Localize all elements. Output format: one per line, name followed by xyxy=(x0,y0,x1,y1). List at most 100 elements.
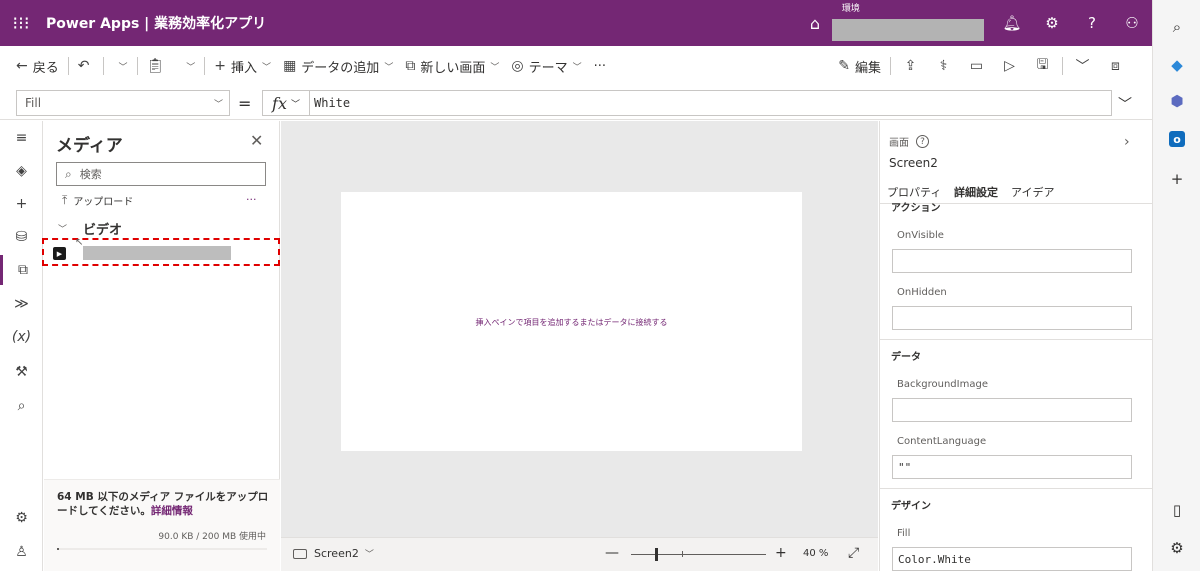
chevron-down-icon: ﹀ xyxy=(364,550,374,560)
add-icon[interactable]: + xyxy=(1153,166,1200,192)
chevron-down-icon: ﹀ xyxy=(58,225,68,235)
preview-play-icon[interactable]: ▷ xyxy=(993,46,1026,86)
save-icon[interactable]: 🖫︎ xyxy=(1026,46,1059,86)
screen-selector[interactable]: Screen2 ﹀ xyxy=(293,547,374,560)
paste-dropdown[interactable]: ﹀ xyxy=(175,46,201,86)
onvisible-field[interactable] xyxy=(892,249,1132,273)
equals-sign: = xyxy=(238,94,252,113)
video-group-header[interactable]: ﹀ ビデオ xyxy=(58,219,122,238)
upload-limit-text: 64 MB 以下のメディア ファイルをアップロードしてください。詳細情報 xyxy=(57,490,271,518)
add-data-button[interactable]: ▦ データの追加 ﹀ xyxy=(277,46,399,86)
upload-button[interactable]: ⤒ アップロード xyxy=(62,193,133,208)
function-button[interactable]: fx ﹀ xyxy=(262,90,310,116)
chevron-down-icon: ﹀ xyxy=(186,62,196,73)
hamburger-menu-icon[interactable]: ≡ xyxy=(0,123,43,153)
search-icon[interactable]: ⌕ xyxy=(0,391,43,421)
power-automate-icon[interactable]: ≫ xyxy=(0,289,43,319)
search-icon: ⌕ xyxy=(65,166,72,181)
zoom-in-button[interactable]: + xyxy=(775,545,787,561)
advanced-properties-list[interactable]: アクション OnVisible OnHidden データ BackgroundI… xyxy=(880,203,1152,571)
media-pane: メディア ✕ ⌕ 検索 ⤒ アップロード ··· ﹀ ビデオ ▶ ↖ 64 MB… xyxy=(42,121,280,571)
account-icon[interactable]: ⚇ xyxy=(1112,0,1152,46)
close-icon[interactable]: ✕ xyxy=(250,131,263,150)
section-divider xyxy=(880,488,1152,489)
more-commands-button[interactable]: ··· xyxy=(588,46,612,86)
zoom-slider[interactable] xyxy=(631,554,766,555)
app-header: ⁝⁝⁝ Power Apps | 業務効率化アプリ ⌂ 環境 🔔︎ ⚙ ? ⚇ xyxy=(0,0,1152,46)
share-icon[interactable]: ⇪ xyxy=(894,46,927,86)
contentlanguage-field[interactable]: "" xyxy=(892,455,1132,479)
chevron-down-icon: ﹀ xyxy=(490,62,500,73)
edit-button[interactable]: ✎ 編集 xyxy=(832,46,887,86)
tag-icon[interactable]: ◆ xyxy=(1153,52,1200,78)
notifications-icon[interactable]: 🔔︎ xyxy=(992,0,1032,46)
more-options-button[interactable]: ··· xyxy=(246,193,257,206)
fit-to-window-icon[interactable]: ⤢ xyxy=(848,545,859,561)
formula-input[interactable]: White xyxy=(310,90,1112,116)
chevron-down-icon[interactable]: ﹀ xyxy=(1118,94,1132,114)
search-placeholder: 検索 xyxy=(79,168,102,181)
data-database-icon[interactable]: ⛁ xyxy=(0,222,43,252)
divider xyxy=(67,57,69,75)
zoom-out-button[interactable]: — xyxy=(605,545,619,561)
browser-side-rail: ⌕ ◆ ⬢ o + ▯ ⚙ xyxy=(1152,0,1200,571)
settings-icon[interactable]: ⚙ xyxy=(1153,535,1200,561)
search-input[interactable]: ⌕ 検索 xyxy=(56,162,266,186)
outlook-icon[interactable]: o xyxy=(1153,126,1200,152)
divider xyxy=(136,57,138,75)
help-icon[interactable]: ? xyxy=(1072,0,1112,46)
chevron-down-icon: ﹀ xyxy=(290,99,300,110)
zoom-slider-thumb[interactable] xyxy=(655,548,658,561)
settings-icon[interactable]: ⚙ xyxy=(0,503,43,533)
theme-button[interactable]: ◎ テーマ ﹀ xyxy=(505,46,587,86)
backgroundimage-label: BackgroundImage xyxy=(897,379,988,390)
media-list-item[interactable]: ▶ ↖ xyxy=(42,237,280,266)
undo-dropdown[interactable]: ﹀ xyxy=(107,46,133,86)
media-footer: 64 MB 以下のメディア ファイルをアップロードしてください。詳細情報 90.… xyxy=(44,479,280,571)
tab-ideas[interactable]: アイデア xyxy=(1011,184,1054,205)
onhidden-field[interactable] xyxy=(892,306,1132,330)
group-label: ビデオ xyxy=(83,223,123,238)
variables-icon[interactable]: (x) xyxy=(0,322,43,352)
app-launcher-icon[interactable]: ⁝⁝⁝ xyxy=(0,0,42,46)
new-screen-button[interactable]: ⧉ 新しい画面 ﹀ xyxy=(399,46,505,86)
chevron-right-icon[interactable]: › xyxy=(1124,134,1130,150)
learn-more-link[interactable]: 詳細情報 xyxy=(151,505,193,517)
section-actions: アクション xyxy=(891,203,941,214)
property-dropdown[interactable]: Fill ﹀ xyxy=(16,90,230,116)
contentlanguage-label: ContentLanguage xyxy=(897,436,987,447)
properties-pane: 画面 ? › Screen2 プロパティ 詳細設定 アイデア アクション OnV… xyxy=(879,121,1152,571)
canvas-area: 挿入ペインで項目を追加するまたはデータに接続する xyxy=(281,121,878,537)
upload-icon: ⤒ xyxy=(62,193,68,207)
virtual-agent-icon[interactable]: ♙ xyxy=(0,537,43,567)
sidebar-toggle-icon[interactable]: ▯ xyxy=(1153,497,1200,523)
control-type: 画面 ? xyxy=(889,134,929,149)
fill-field[interactable]: Color.White xyxy=(892,547,1132,571)
tab-advanced[interactable]: 詳細設定 xyxy=(954,184,998,207)
paste-button[interactable]: 📋︎ xyxy=(141,46,176,86)
publish-icon[interactable]: ⧈ xyxy=(1099,46,1132,86)
media-icon[interactable]: ⧉ xyxy=(0,255,43,285)
help-icon[interactable]: ? xyxy=(916,135,929,148)
environment-picker[interactable]: ⌂ 環境 xyxy=(810,4,984,41)
advanced-tools-icon[interactable]: ⚒ xyxy=(0,357,43,387)
save-dropdown-chevron-icon[interactable]: ﹀ xyxy=(1066,46,1099,86)
storage-usage-fill xyxy=(57,548,60,550)
insert-button[interactable]: + 挿入 ﹀ xyxy=(208,46,277,86)
undo-button[interactable]: ↶ xyxy=(72,46,101,86)
clipboard-icon: 📋︎ xyxy=(146,58,165,74)
pane-title: メディア xyxy=(56,136,123,156)
back-button[interactable]: ← 戻る xyxy=(10,46,65,86)
arrow-left-icon: ← xyxy=(16,58,28,74)
app-checker-icon[interactable]: ⚕ xyxy=(927,46,960,86)
comments-icon[interactable]: ▭ xyxy=(960,46,993,86)
video-file-icon: ▶ xyxy=(53,247,66,260)
tree-view-layers-icon[interactable]: ◈ xyxy=(0,156,43,186)
divider xyxy=(890,57,891,75)
copilot-icon[interactable]: ⬢ xyxy=(1153,88,1200,114)
search-icon[interactable]: ⌕ xyxy=(1153,14,1200,40)
app-screen[interactable]: 挿入ペインで項目を追加するまたはデータに接続する xyxy=(341,192,802,451)
backgroundimage-field[interactable] xyxy=(892,398,1132,422)
insert-plus-icon[interactable]: + xyxy=(0,189,43,219)
settings-icon[interactable]: ⚙ xyxy=(1032,0,1072,46)
